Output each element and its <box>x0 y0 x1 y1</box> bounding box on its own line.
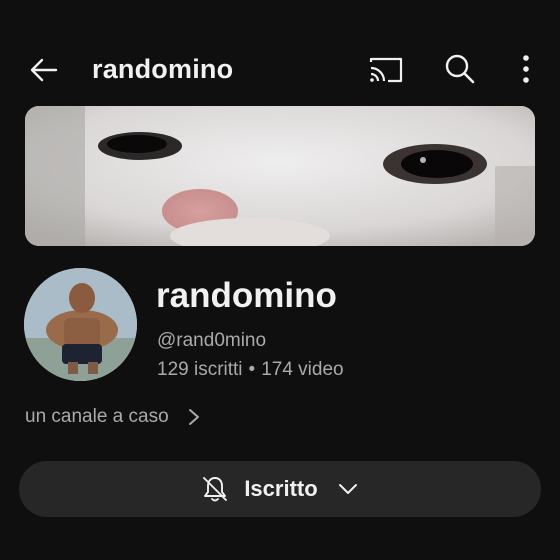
cat-banner-image <box>25 106 535 246</box>
subscribed-label: Iscritto <box>244 476 318 501</box>
back-arrow-icon[interactable] <box>26 52 62 88</box>
channel-name: randomino <box>156 276 337 315</box>
search-icon[interactable] <box>442 51 478 87</box>
page-title: randomino <box>92 54 234 84</box>
channel-banner <box>25 106 535 246</box>
channel-avatar[interactable] <box>24 268 137 381</box>
video-count: 174 video <box>261 359 344 380</box>
channel-page: randomino randomino @rand0mino 129 iscri… <box>0 0 560 560</box>
more-vert-icon[interactable] <box>512 51 540 87</box>
channel-stats: 129 iscritti • 174 video <box>157 359 344 381</box>
channel-handle: @rand0mino <box>157 330 267 351</box>
top-app-bar: randomino <box>0 40 560 100</box>
channel-description[interactable]: un canale a caso <box>25 404 201 430</box>
avatar-image <box>24 268 137 381</box>
chevron-down-icon <box>338 484 357 494</box>
cast-icon[interactable] <box>366 52 406 88</box>
subscribed-button[interactable]: Iscritto <box>19 461 541 517</box>
bell-off-icon <box>203 477 228 502</box>
chevron-right-icon <box>188 409 199 425</box>
stats-separator: • <box>248 359 256 380</box>
description-text: un canale a caso <box>25 406 169 427</box>
subscriber-count: 129 iscritti <box>157 359 243 380</box>
